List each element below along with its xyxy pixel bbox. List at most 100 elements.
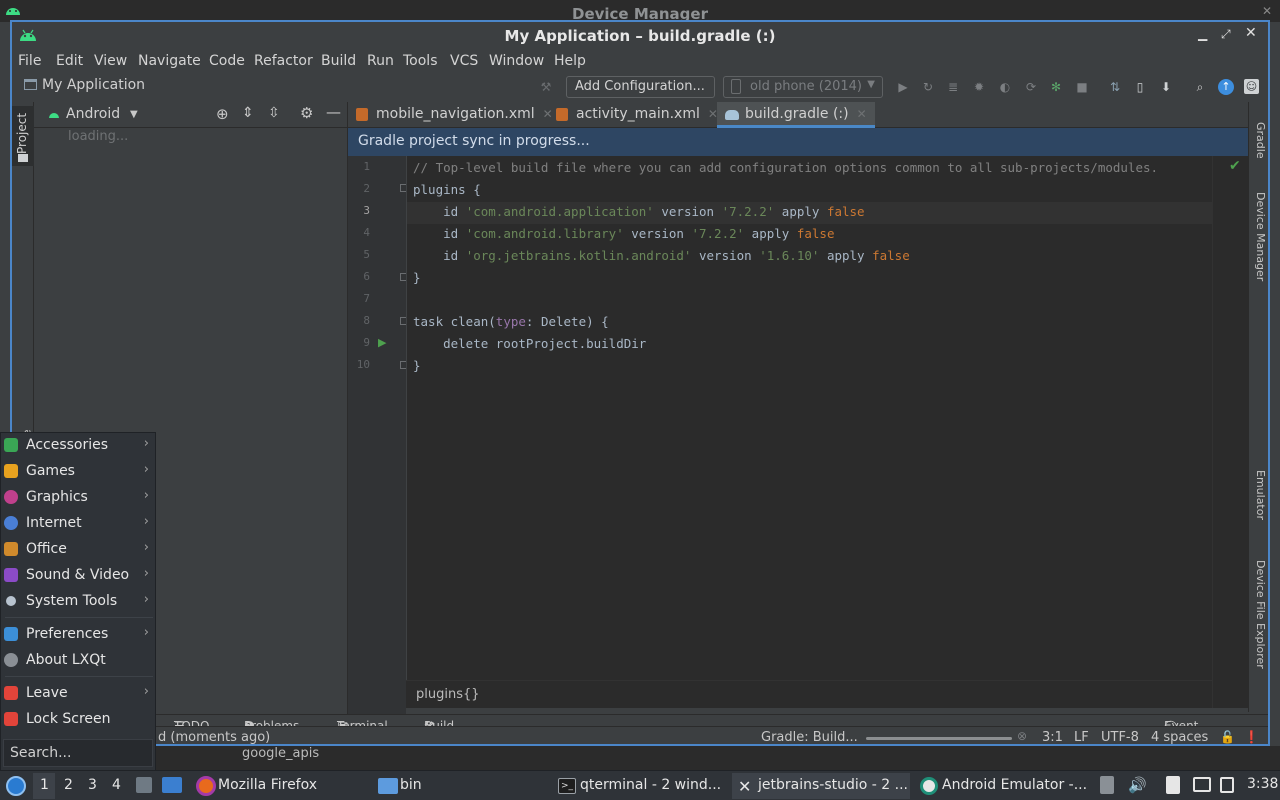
- project-view-selector[interactable]: Android: [66, 106, 120, 122]
- menu-tools[interactable]: Tools: [403, 53, 438, 69]
- restore-icon[interactable]: ⤢: [1221, 27, 1231, 42]
- preferences-icon: [4, 627, 18, 641]
- games-icon: [4, 464, 18, 478]
- menu-item-system-tools[interactable]: System Tools ›: [1, 589, 157, 613]
- close-tab-icon[interactable]: ✕: [857, 107, 867, 121]
- status-line-separator[interactable]: LF: [1074, 730, 1089, 744]
- locate-icon[interactable]: ⊕: [216, 105, 229, 123]
- collapse-all-icon[interactable]: ⇳: [268, 105, 280, 121]
- close-icon[interactable]: ✕: [1245, 25, 1257, 41]
- profile-icon[interactable]: ◐: [997, 79, 1013, 95]
- menu-search[interactable]: [3, 739, 153, 767]
- task-android-emulator[interactable]: Android Emulator -...: [914, 773, 1094, 799]
- cancel-progress-icon[interactable]: ⊗: [1017, 729, 1027, 743]
- run-icon[interactable]: ▶: [895, 79, 911, 95]
- tab-mobile-navigation[interactable]: mobile_navigation.xml ✕: [348, 102, 561, 128]
- menu-item-office[interactable]: Office ›: [1, 537, 157, 561]
- menu-run[interactable]: Run: [367, 53, 394, 69]
- screen-icon[interactable]: [1193, 777, 1211, 792]
- menu-help[interactable]: Help: [554, 53, 586, 69]
- network-icon[interactable]: [1220, 777, 1234, 793]
- task-bin[interactable]: bin: [372, 773, 548, 799]
- tool-tab-device-manager[interactable]: Device Manager: [1254, 192, 1267, 281]
- menu-item-internet[interactable]: Internet ›: [1, 511, 157, 535]
- project-tool-tab[interactable]: Project: [12, 106, 34, 166]
- sync-gradle-icon[interactable]: ⇅: [1107, 79, 1123, 95]
- account-icon[interactable]: ☺: [1244, 79, 1259, 94]
- tab-build-gradle[interactable]: build.gradle (:) ✕: [717, 102, 875, 128]
- chevron-down-icon[interactable]: ▼: [130, 109, 138, 120]
- coverage-icon[interactable]: ≣: [945, 79, 961, 95]
- tool-tab-emulator[interactable]: Emulator: [1254, 470, 1267, 520]
- add-configuration-button[interactable]: Add Configuration...: [566, 76, 715, 98]
- clock[interactable]: 3:38: [1247, 776, 1278, 792]
- menu-item-accessories[interactable]: Accessories ›: [1, 433, 157, 457]
- menu-code[interactable]: Code: [209, 53, 245, 69]
- menu-vcs[interactable]: VCS: [450, 53, 478, 69]
- status-position[interactable]: 3:1: [1042, 730, 1063, 744]
- desktop-4[interactable]: 4: [112, 777, 121, 793]
- menu-view[interactable]: View: [94, 53, 127, 69]
- tab-activity-main[interactable]: activity_main.xml ✕: [548, 102, 726, 128]
- system-tools-icon: [6, 596, 16, 606]
- debug-icon[interactable]: ✹: [971, 79, 987, 95]
- search-icon[interactable]: ⌕: [1192, 79, 1208, 95]
- menu-item-about[interactable]: About LXQt: [1, 648, 157, 672]
- show-desktop-icon[interactable]: [162, 777, 182, 793]
- task-jetbrains-studio[interactable]: ✕ jetbrains-studio - 2 ...: [732, 773, 910, 799]
- rerun-icon[interactable]: ↻: [920, 79, 936, 95]
- device-selector[interactable]: old phone (2014) ▼: [723, 76, 883, 98]
- update-icon[interactable]: ↑: [1218, 79, 1234, 95]
- menu-item-graphics[interactable]: Graphics ›: [1, 485, 157, 509]
- firefox-icon: [196, 776, 216, 796]
- status-indent[interactable]: 4 spaces: [1151, 730, 1208, 744]
- lxqt-menu-icon[interactable]: [6, 776, 26, 796]
- sdk-manager-icon[interactable]: ⬇: [1158, 79, 1174, 95]
- hide-panel-icon[interactable]: —: [326, 103, 341, 121]
- tool-tab-device-file-explorer[interactable]: Device File Explorer: [1254, 560, 1267, 669]
- search-input[interactable]: [4, 740, 152, 766]
- desktop-3[interactable]: 3: [88, 777, 97, 793]
- code-editor[interactable]: // Top-level build file where you can ad…: [406, 156, 1213, 680]
- desktop-1[interactable]: 1: [33, 773, 55, 799]
- attach-debugger-icon[interactable]: ✻: [1048, 79, 1064, 95]
- desktop-2[interactable]: 2: [64, 777, 73, 793]
- notification-icon[interactable]: ❗: [1244, 730, 1259, 744]
- tool-tab-gradle[interactable]: Gradle: [1254, 122, 1267, 159]
- breadcrumb-label[interactable]: plugins{}: [416, 687, 480, 702]
- menu-item-sound-video[interactable]: Sound & Video ›: [1, 563, 157, 587]
- expand-all-icon[interactable]: ⇕: [242, 105, 254, 121]
- gear-icon[interactable]: ⚙: [300, 104, 313, 122]
- project-folder-icon: [24, 79, 37, 90]
- close-icon[interactable]: ✕: [1262, 4, 1272, 18]
- menu-build[interactable]: Build: [321, 53, 356, 69]
- line-number: 1: [363, 160, 370, 173]
- menu-navigate[interactable]: Navigate: [138, 53, 201, 69]
- volume-icon[interactable]: 🔊: [1128, 776, 1147, 794]
- clipboard-icon[interactable]: [1100, 776, 1114, 794]
- menu-edit[interactable]: Edit: [56, 53, 83, 69]
- apply-changes-icon[interactable]: ⟳: [1023, 79, 1039, 95]
- menu-item-preferences[interactable]: Preferences ›: [1, 622, 157, 646]
- stop-icon[interactable]: ■: [1074, 79, 1090, 95]
- run-task-icon[interactable]: ▶: [378, 336, 386, 349]
- menu-refactor[interactable]: Refactor: [254, 53, 313, 69]
- office-icon: [4, 542, 18, 556]
- menu-file[interactable]: File: [18, 53, 41, 69]
- menu-item-games[interactable]: Games ›: [1, 459, 157, 483]
- file-manager-icon[interactable]: [136, 777, 152, 793]
- minimize-icon[interactable]: ▁: [1198, 27, 1207, 41]
- lock-icon[interactable]: 🔓: [1220, 730, 1235, 744]
- device-manager-icon[interactable]: ▯: [1132, 79, 1148, 95]
- status-gradle[interactable]: Gradle: Build...: [761, 730, 858, 744]
- breadcrumb-project[interactable]: My Application: [42, 77, 145, 93]
- task-firefox[interactable]: Mozilla Firefox: [190, 773, 368, 799]
- menu-item-lock-screen[interactable]: Lock Screen: [1, 707, 157, 731]
- hammer-icon[interactable]: ⚒: [538, 79, 554, 95]
- task-qterminal[interactable]: >_ qterminal - 2 wind...: [552, 773, 728, 799]
- status-encoding[interactable]: UTF-8: [1101, 730, 1139, 744]
- menu-item-leave[interactable]: Leave ›: [1, 681, 157, 705]
- notes-icon[interactable]: [1166, 776, 1180, 794]
- checkmark-icon: ✔: [1229, 158, 1241, 174]
- menu-window[interactable]: Window: [489, 53, 544, 69]
